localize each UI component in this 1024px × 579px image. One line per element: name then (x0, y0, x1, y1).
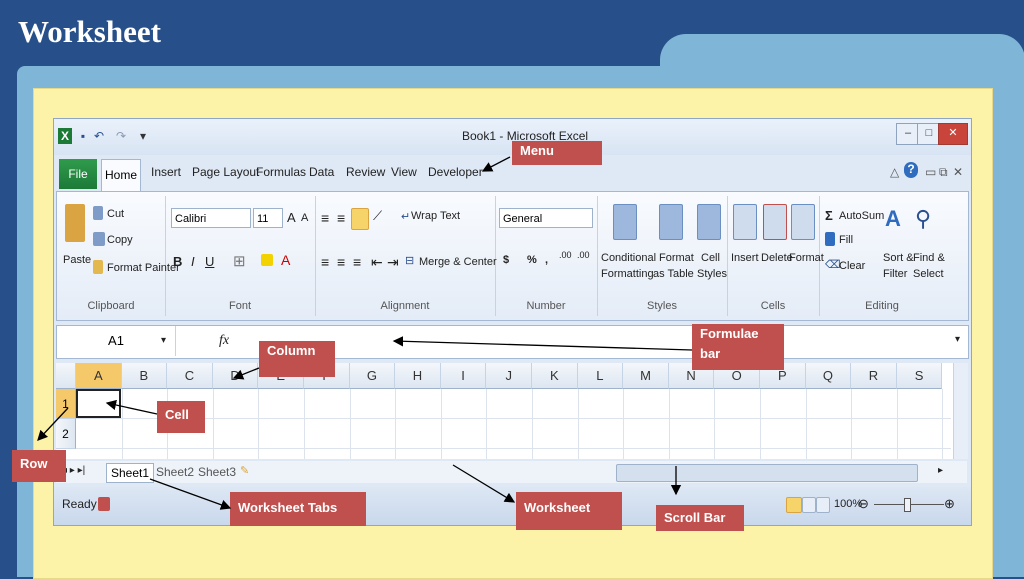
callout-arrows (37, 156, 693, 510)
arrow-worksheet (452, 464, 516, 503)
arrow-cell (105, 399, 158, 415)
arrow-row (37, 407, 69, 441)
arrow-formulae-bar (392, 336, 693, 351)
arrow-worksheet-tabs (149, 478, 232, 510)
arrow-column (232, 367, 260, 380)
arrow-menu (481, 156, 511, 172)
